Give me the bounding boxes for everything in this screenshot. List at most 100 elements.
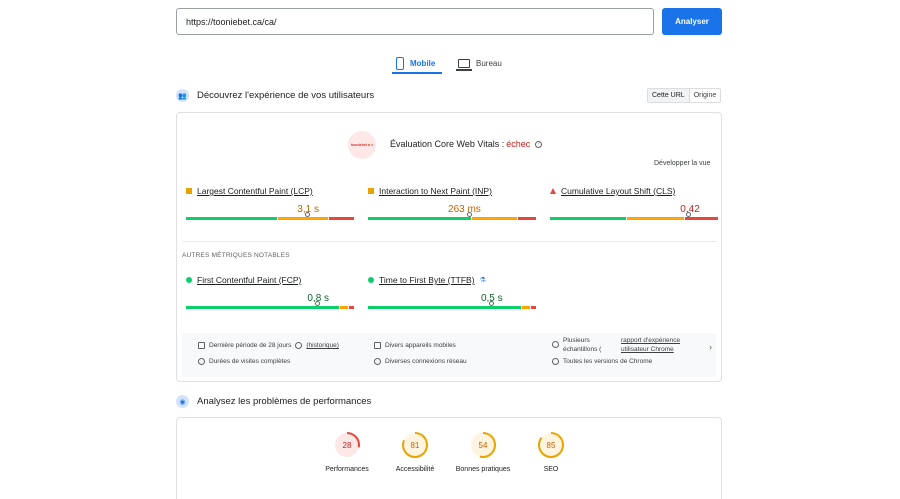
report-link[interactable]: rapport d'expérience utilisateur Chrome — [621, 336, 680, 354]
average-segment — [471, 217, 517, 220]
site-logo: tooniebet ♣ ♦ — [348, 131, 376, 159]
info-devices-text: Divers appareils mobiles — [385, 342, 456, 349]
metric-label: Cumulative Layout Shift (CLS) — [550, 186, 718, 196]
performance-card — [176, 417, 722, 499]
history-link[interactable]: (historique) — [306, 342, 339, 349]
analyze-button[interactable]: Analyser — [662, 8, 722, 35]
metric-name[interactable]: First Contentful Paint (FCP) — [197, 275, 301, 285]
score-ring: 81 — [402, 432, 428, 458]
info-panel: Dernière période de 28 jours (historique… — [182, 333, 716, 377]
lab-flask-icon: ⚗ — [479, 277, 486, 284]
poor-segment — [684, 217, 718, 220]
p75-marker — [304, 212, 310, 217]
chrome-icon — [552, 358, 559, 365]
average-segment — [627, 217, 684, 220]
poor-triangle-icon — [550, 188, 556, 194]
metric-value: 263 ms — [448, 204, 481, 215]
divider — [182, 241, 716, 242]
metric-name[interactable]: Largest Contentful Paint (LCP) — [197, 186, 313, 196]
distribution-bar — [550, 217, 718, 220]
score-ring: 28 — [334, 432, 360, 458]
score-gauge[interactable]: 54 — [469, 431, 497, 461]
p75-marker — [315, 301, 321, 306]
url-input[interactable] — [176, 8, 654, 35]
tab-desktop-label: Bureau — [476, 58, 502, 68]
score-value: 81 — [411, 441, 420, 450]
poor-segment — [349, 306, 354, 309]
score-gauge[interactable]: 85 — [537, 431, 565, 461]
average-segment — [521, 306, 531, 309]
cwv-status: échec — [506, 139, 531, 149]
score-value: 54 — [479, 441, 488, 450]
metric-name[interactable]: Cumulative Layout Shift (CLS) — [561, 186, 675, 196]
toggle-this-url[interactable]: Cette URL — [648, 89, 690, 102]
active-tab-indicator — [392, 72, 442, 74]
metric-name[interactable]: Time to First Byte (TTFB) — [379, 275, 475, 285]
report-link-line1[interactable]: rapport d'expérience — [621, 336, 680, 345]
tab-mobile-label: Mobile — [410, 58, 436, 68]
good-segment — [368, 306, 521, 309]
cwv-title: Évaluation Core Web Vitals : — [390, 139, 505, 149]
p75-marker — [685, 212, 691, 217]
chevron-right-icon[interactable]: › — [709, 342, 712, 352]
users-icon: 👥 — [176, 89, 189, 102]
score-gauge[interactable]: 81 — [401, 431, 429, 461]
help-icon[interactable] — [295, 342, 303, 349]
info-durations-text: Durées de visites complètes — [209, 358, 291, 365]
p75-marker — [488, 301, 494, 306]
score-ring: 54 — [470, 432, 496, 458]
score-value: 85 — [547, 441, 556, 450]
notable-heading: AUTRES MÉTRIQUES NOTABLES — [182, 252, 290, 259]
report-link-line2[interactable]: utilisateur Chrome — [621, 345, 680, 354]
info-chrome-text: Toutes les versions de Chrome — [563, 358, 653, 365]
url-origin-toggle: Cette URL Origine — [647, 88, 722, 103]
info-network-text: Diverses connexions réseau — [385, 358, 467, 365]
notable-metric-1: Time to First Byte (TTFB) ⚗ 0,5 s — [368, 275, 536, 309]
distribution-bar — [368, 217, 536, 220]
average-square-icon — [368, 188, 374, 194]
info-period: Dernière période de 28 jours (historique… — [198, 342, 339, 349]
good-segment — [550, 217, 627, 220]
metric-value: 0,42 — [680, 204, 700, 215]
good-dot-icon — [186, 277, 192, 283]
experience-title: Découvrez l'expérience de vos utilisateu… — [197, 90, 375, 101]
good-segment — [186, 306, 339, 309]
distribution-bar — [186, 306, 354, 309]
speed-icon: ◉ — [176, 395, 189, 408]
metric-label: Interaction to Next Paint (INP) — [368, 186, 536, 196]
score-label: SEO — [543, 466, 559, 473]
experience-header: 👥 Découvrez l'expérience de vos utilisat… — [176, 89, 374, 102]
good-segment — [186, 217, 278, 220]
metric-value: 0,8 s — [307, 293, 330, 304]
performance-header: ◉ Analysez les problèmes de performances — [176, 395, 371, 408]
expand-view-link[interactable]: Développer la vue — [654, 160, 710, 167]
cwv-assessment: Évaluation Core Web Vitals : échec ? — [390, 139, 543, 149]
metric-label: First Contentful Paint (FCP) — [186, 275, 354, 285]
cwv-metric-0: Largest Contentful Paint (LCP) 3,1 s — [186, 186, 354, 220]
toggle-origin[interactable]: Origine — [690, 89, 721, 102]
info-durations: Durées de visites complètes — [198, 358, 290, 365]
info-samples: Plusieurs échantillons ( rapport d'expér… — [552, 336, 680, 354]
cwv-metric-1: Interaction to Next Paint (INP) 263 ms — [368, 186, 536, 220]
metric-label: Time to First Byte (TTFB) ⚗ — [368, 275, 536, 285]
cwv-metric-2: Cumulative Layout Shift (CLS) 0,42 — [550, 186, 718, 220]
tab-mobile[interactable]: Mobile — [396, 52, 435, 74]
poor-segment — [517, 217, 536, 220]
score-gauge[interactable]: 28 — [333, 431, 361, 461]
info-network: Diverses connexions réseau — [374, 358, 467, 365]
info-icon[interactable]: ? — [535, 140, 543, 148]
metric-value: 0,5 s — [480, 293, 503, 304]
score-ring: 85 — [538, 432, 564, 458]
info-chrome: Toutes les versions de Chrome — [552, 358, 652, 365]
distribution-bar — [368, 306, 536, 309]
average-segment — [278, 217, 329, 220]
devices-icon — [374, 342, 381, 349]
info-samples-text: Plusieurs échantillons ( — [563, 337, 602, 353]
tab-desktop[interactable]: Bureau — [456, 52, 502, 74]
metric-name[interactable]: Interaction to Next Paint (INP) — [379, 186, 492, 196]
poor-segment — [329, 217, 354, 220]
average-square-icon — [186, 188, 192, 194]
average-segment — [339, 306, 349, 309]
info-devices: Divers appareils mobiles — [374, 342, 456, 349]
score-value: 28 — [343, 441, 352, 450]
